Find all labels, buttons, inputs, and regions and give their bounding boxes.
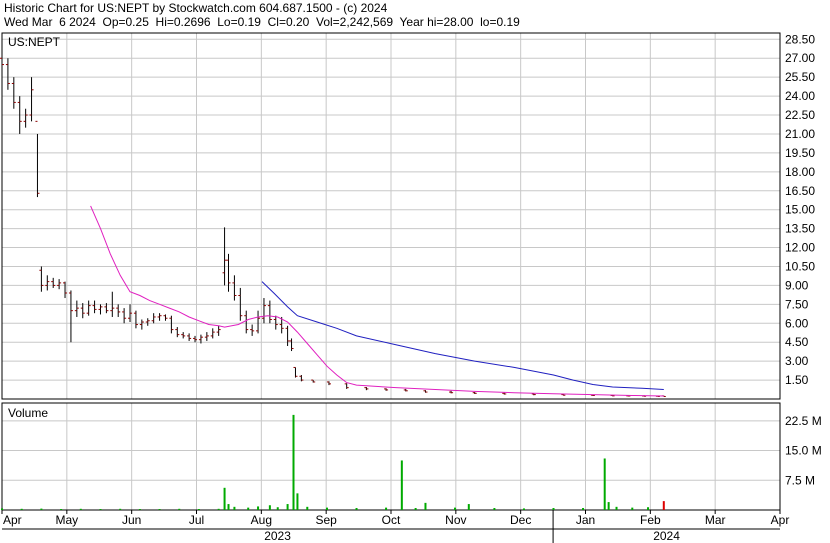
volume-bar (414, 508, 417, 510)
volume-bar (355, 508, 358, 510)
ma-long-line (261, 281, 664, 390)
volume-bar (493, 508, 496, 510)
stock-chart: US:NEPT Volume 1.503.004.506.007.509.001… (0, 32, 822, 543)
volume-bar (306, 506, 309, 510)
volume-label: Volume (8, 406, 48, 420)
price-tick-label: 9.00 (785, 278, 809, 292)
month-label: Nov (445, 513, 466, 527)
price-tick-label: 21.00 (785, 127, 815, 141)
volume-bar (522, 508, 525, 510)
volume-bar (119, 508, 122, 510)
price-tick-label: 13.50 (785, 222, 815, 236)
volume-bar (99, 509, 102, 511)
volume-bar (296, 493, 299, 510)
volume-bar (400, 460, 403, 510)
volume-bar (227, 504, 230, 510)
year-label: 2024 (653, 529, 680, 543)
volume-bar (223, 487, 226, 510)
volume-bar (60, 509, 63, 511)
price-tick-label: 12.00 (785, 241, 815, 255)
volume-bar (467, 504, 470, 510)
month-label: Jul (189, 513, 204, 527)
volume-bar (454, 507, 457, 510)
month-label: Mar (705, 513, 726, 527)
volume-bar (325, 507, 328, 510)
volume-bar (1, 508, 3, 510)
month-label: Aug (251, 513, 272, 527)
volume-bar (631, 507, 634, 510)
volume-bar (615, 506, 618, 510)
volume-bar (138, 509, 141, 511)
volume-axis: 7.5 M 15.0 M 22.5 M (785, 414, 822, 487)
year-label: 2023 (264, 529, 291, 543)
volume-bar (647, 507, 650, 510)
price-tick-label: 1.50 (785, 373, 809, 387)
month-label: Sep (315, 513, 337, 527)
volume-bar (292, 414, 295, 510)
volume-tick-label: 22.5 M (785, 414, 822, 428)
volume-bar (385, 507, 388, 510)
price-tick-label: 24.00 (785, 89, 815, 103)
volume-bar (40, 508, 43, 510)
price-tick-label: 6.00 (785, 316, 809, 330)
volume-bar (552, 508, 555, 510)
price-tick-label: 22.50 (785, 108, 815, 122)
symbol-label: US:NEPT (8, 35, 61, 49)
price-tick-label: 4.50 (785, 335, 809, 349)
volume-bar (217, 508, 220, 510)
price-tick-label: 25.50 (785, 70, 815, 84)
price-tick-label: 10.50 (785, 259, 815, 273)
month-label: Oct (382, 513, 401, 527)
price-tick-label: 7.50 (785, 297, 809, 311)
volume-bar (424, 502, 427, 510)
ma-short-line (90, 205, 664, 397)
time-axis: Apr May Jun Jul Aug Sep Oct Nov Dec Jan Feb Mar Apr 2… (1, 510, 790, 543)
month-label: May (55, 513, 78, 527)
volume-bar (603, 458, 606, 510)
volume-bar (286, 504, 289, 510)
price-tick-label: 15.00 (785, 203, 815, 217)
price-candles (0, 45, 666, 397)
volume-bar (158, 509, 161, 511)
volume-bar (582, 508, 585, 510)
volume-bar (178, 508, 181, 510)
volume-bar (276, 507, 279, 510)
moving-averages (90, 205, 664, 397)
volume-bar (20, 508, 23, 510)
price-tick-label: 28.50 (785, 32, 815, 46)
month-label: Apr (3, 513, 22, 527)
month-label: Jun (122, 513, 141, 527)
price-tick-label: 27.00 (785, 51, 815, 65)
price-tick-label: 19.50 (785, 146, 815, 160)
volume-tick-label: 7.5 M (785, 473, 815, 487)
price-axis: 1.50 3.00 4.50 6.00 7.50 9.00 10.50 12.00 13.50 1… (785, 32, 815, 387)
volume-bar (79, 508, 82, 510)
volume-bar (233, 506, 236, 510)
volume-bar (257, 506, 260, 510)
price-tick-label: 18.00 (785, 165, 815, 179)
month-label: Jan (576, 513, 595, 527)
month-label: Feb (640, 513, 661, 527)
volume-bar (247, 507, 250, 510)
volume-bar (197, 509, 200, 511)
volume-bar (662, 501, 665, 510)
volume-bars (1, 414, 665, 511)
volume-bar (607, 502, 610, 510)
volume-tick-label: 15.0 M (785, 444, 822, 458)
month-label: Apr (771, 513, 790, 527)
price-tick-label: 16.50 (785, 184, 815, 198)
month-label: Dec (510, 513, 531, 527)
volume-bar (268, 505, 271, 510)
price-tick-label: 3.00 (785, 354, 809, 368)
